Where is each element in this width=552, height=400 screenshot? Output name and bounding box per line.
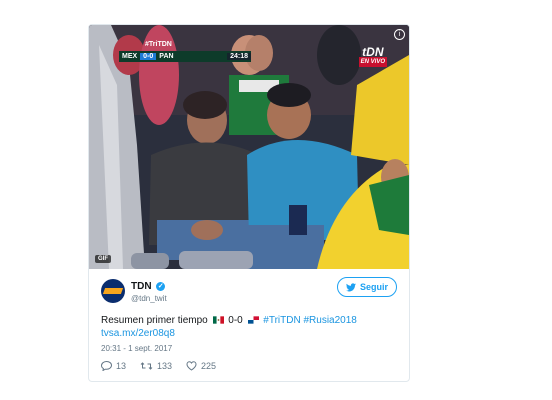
follow-button[interactable]: Seguir: [337, 277, 397, 297]
author-handle[interactable]: @tdn_twit: [131, 294, 167, 303]
channel-logo: tDN EN VIVO: [358, 46, 387, 67]
verified-badge-icon: ✓: [156, 281, 166, 291]
author-name-text: TDN: [131, 281, 152, 292]
retweet-count: 133: [157, 361, 173, 371]
reply-action[interactable]: 13: [101, 361, 126, 371]
tweet-hashtags[interactable]: #TriTDN #Rusia2018: [263, 315, 357, 326]
match-clock: 24:18: [227, 53, 251, 60]
follow-label: Seguir: [359, 282, 388, 292]
tweet-text: Resumen primer tiempo 0-0 #TriTDN #Rusia…: [101, 314, 401, 340]
match-score: 0-0: [140, 53, 157, 60]
heart-icon: [186, 361, 197, 371]
reply-icon: [101, 361, 112, 371]
panama-flag-icon: [247, 316, 259, 325]
mexico-flag-icon: [212, 316, 224, 325]
tweet-score: 0-0: [228, 315, 243, 326]
like-count: 225: [201, 361, 217, 371]
author-name[interactable]: TDN ✓: [131, 281, 166, 292]
home-team: MEX: [122, 53, 138, 60]
info-icon[interactable]: i: [394, 29, 405, 40]
tweet-link[interactable]: tvsa.mx/2er08q8: [101, 328, 175, 339]
tweet-actions: 13 133 225: [101, 361, 216, 371]
twitter-bird-icon: [345, 282, 356, 291]
embedded-tweet-card: #TriTDN MEX 0-0 PAN 24:18 tDN EN VIVO i …: [88, 24, 410, 382]
scorebug-hashtag: #TriTDN: [145, 41, 172, 48]
away-team: PAN: [159, 53, 174, 60]
retweet-action[interactable]: 133: [140, 361, 172, 371]
tweet-text-intro: Resumen primer tiempo: [101, 315, 208, 326]
avatar[interactable]: [101, 279, 125, 303]
gif-badge: GIF: [95, 255, 111, 263]
reply-count: 13: [116, 361, 127, 371]
tweet-body: TDN ✓ @tdn_twit Seguir Resumen primer ti…: [89, 269, 409, 381]
tweet-gif-media[interactable]: #TriTDN MEX 0-0 PAN 24:18 tDN EN VIVO i …: [89, 25, 409, 269]
retweet-icon: [140, 362, 153, 370]
tweet-timestamp[interactable]: 20:31 - 1 sept. 2017: [101, 344, 172, 353]
avatar-logo-stripe: [102, 288, 124, 294]
channel-live-tag: EN VIVO: [358, 57, 387, 67]
like-action[interactable]: 225: [186, 361, 216, 371]
